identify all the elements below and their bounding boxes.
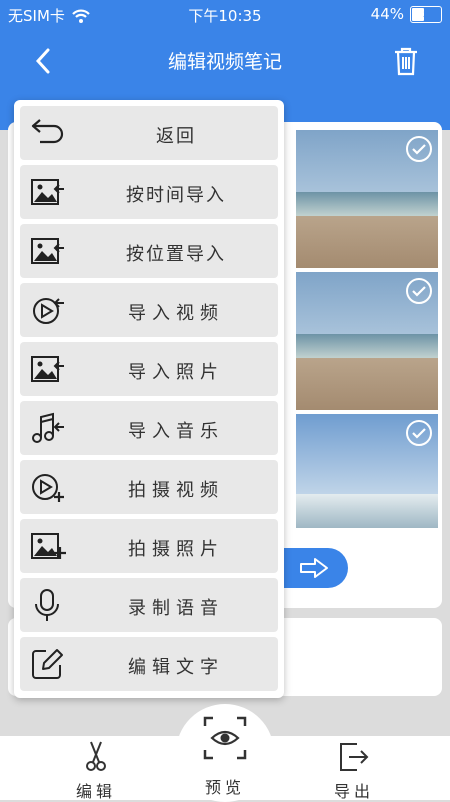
media-thumbnail[interactable] (296, 414, 438, 528)
export-icon (340, 743, 369, 771)
tab-label: 预览 (204, 778, 245, 797)
menu-item-import-music[interactable]: 导入音乐 (20, 401, 278, 455)
image-import-icon (31, 238, 64, 264)
menu-item-label: 返回 (156, 126, 196, 147)
menu-item-record-video[interactable]: 拍摄视频 (20, 460, 278, 514)
checkbox-icon[interactable] (406, 420, 432, 446)
trash-icon[interactable] (392, 46, 420, 76)
tab-label: 导出 (333, 782, 374, 801)
image-import-icon (31, 179, 64, 205)
menu-item-label: 导入音乐 (128, 421, 224, 442)
menu-item-label: 编辑文字 (128, 657, 224, 678)
menu-item-import-video[interactable]: 导入视频 (20, 283, 278, 337)
checkbox-icon[interactable] (406, 136, 432, 162)
menu-item-import-by-time[interactable]: 按时间导入 (20, 165, 278, 219)
photo-add-icon (31, 533, 66, 559)
menu-item-record-voice[interactable]: 录制语音 (20, 578, 278, 632)
music-import-icon (32, 412, 64, 443)
page-title: 编辑视频笔记 (167, 51, 282, 73)
menu-item-edit-text[interactable]: 编辑文字 (20, 637, 278, 691)
menu-item-label: 拍摄视频 (128, 480, 224, 501)
microphone-icon (35, 589, 59, 621)
scissors-icon (86, 741, 106, 771)
tab-label: 编辑 (75, 782, 116, 801)
menu-item-take-photo[interactable]: 拍摄照片 (20, 519, 278, 573)
next-arrow-button[interactable] (282, 548, 348, 588)
edit-text-icon (32, 649, 63, 679)
tab-preview[interactable]: 预览 (176, 704, 274, 802)
photo-import-icon (31, 356, 64, 382)
menu-item-label: 导入视频 (128, 303, 224, 324)
menu-item-label: 按时间导入 (126, 185, 226, 206)
arrow-right-icon (300, 558, 328, 578)
menu-item-label: 录制语音 (128, 598, 224, 619)
menu-item-label: 拍摄照片 (128, 539, 224, 560)
nav-bar: 编辑视频笔记 (0, 30, 450, 90)
import-menu: 返回 按时间导入 按位置导入 导入视频 导入照片 导入音乐 拍摄视频 拍摄照片 … (14, 100, 284, 698)
menu-item-import-by-location[interactable]: 按位置导入 (20, 224, 278, 278)
media-grid (290, 130, 438, 528)
battery-percent: 44% (370, 5, 404, 23)
eye-scan-icon (203, 716, 247, 760)
menu-item-label: 导入照片 (128, 362, 224, 383)
undo-icon (31, 119, 64, 144)
media-thumbnail[interactable] (296, 272, 438, 410)
tab-edit[interactable]: 编辑 (46, 736, 146, 801)
menu-item-back[interactable]: 返回 (20, 106, 278, 160)
video-import-icon (33, 298, 64, 324)
menu-item-import-photo[interactable]: 导入照片 (20, 342, 278, 396)
battery-icon: ⚡ (410, 5, 442, 23)
menu-item-label: 按位置导入 (126, 244, 226, 265)
tab-export[interactable]: 导出 (304, 736, 404, 801)
checkbox-icon[interactable] (406, 278, 432, 304)
media-thumbnail[interactable] (296, 130, 438, 268)
status-bar: 无SIM卡 下午10:35 44% ⚡ (0, 0, 450, 30)
video-add-icon (32, 474, 64, 502)
